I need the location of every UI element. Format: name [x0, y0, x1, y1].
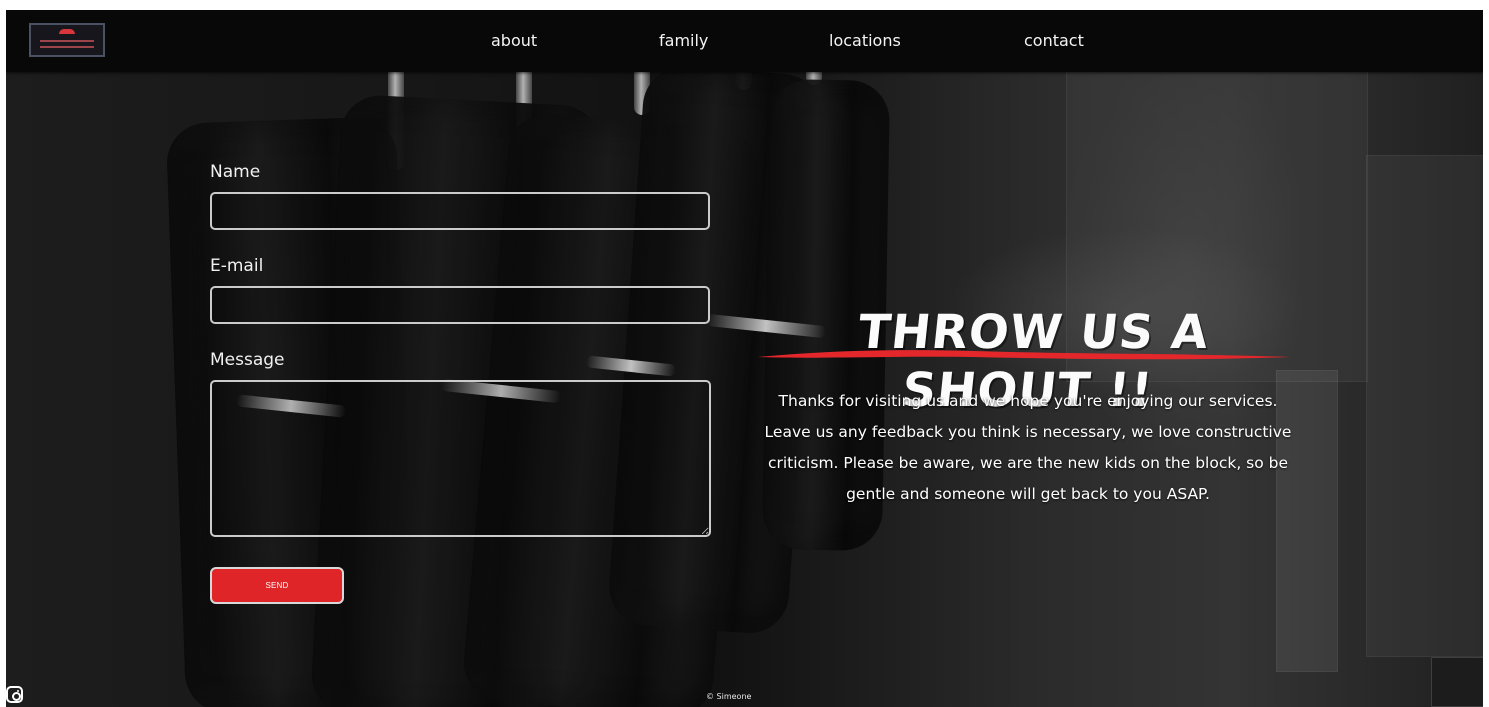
contact-page-viewport: about family locations contact Name E-ma…	[6, 10, 1483, 707]
logo-banner-icon	[40, 40, 94, 48]
hero-description: Thanks for visiting us and we hope you'r…	[764, 391, 1292, 503]
corner-widget[interactable]	[1431, 657, 1483, 707]
copyright-text: © Simeone	[706, 692, 752, 701]
instagram-icon[interactable]	[6, 686, 23, 703]
brand-logo[interactable]	[29, 23, 105, 57]
send-button[interactable]: SEND	[210, 567, 344, 604]
nav-link-family[interactable]: family	[659, 30, 708, 52]
message-field[interactable]	[210, 380, 711, 537]
kitchen-background-wall	[1366, 155, 1483, 657]
top-navigation-bar: about family locations contact	[6, 10, 1483, 72]
email-label: E-mail	[210, 256, 264, 276]
logo-chef-hat-icon	[59, 29, 75, 34]
name-label: Name	[210, 162, 261, 182]
name-field[interactable]	[210, 192, 710, 230]
message-label: Message	[210, 350, 285, 370]
nav-link-about[interactable]: about	[491, 30, 537, 52]
nav-link-contact[interactable]: contact	[1024, 30, 1084, 52]
email-field[interactable]	[210, 286, 710, 324]
nav-link-locations[interactable]: locations	[829, 30, 901, 52]
